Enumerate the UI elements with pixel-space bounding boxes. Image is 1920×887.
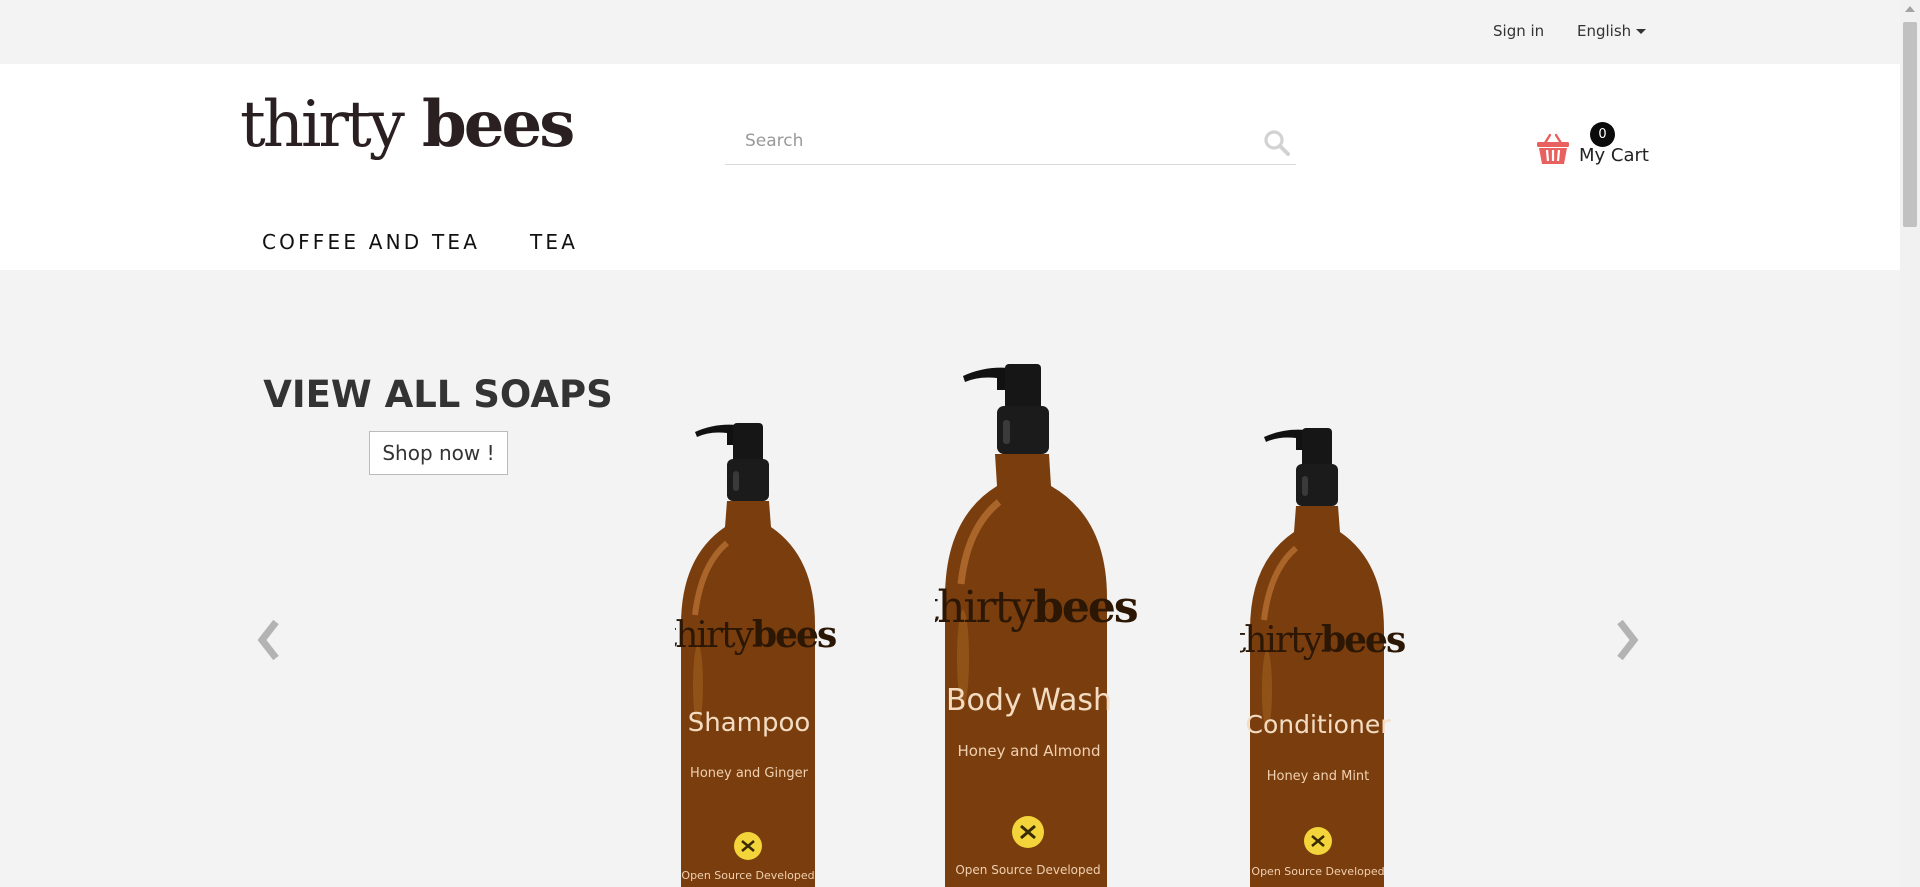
site-logo[interactable]: thirty bees bbox=[238, 76, 578, 166]
product-bottle-body-wash[interactable]: thirtybees Body Wash Honey and Almond Op… bbox=[935, 358, 1145, 887]
chevron-right-icon[interactable] bbox=[1606, 610, 1646, 670]
chevron-left-icon[interactable] bbox=[250, 610, 290, 670]
logo-text-thirty: thirty bbox=[240, 88, 405, 162]
product-footer: Open Source Developed bbox=[681, 869, 814, 882]
svg-text:thirtybees: thirtybees bbox=[935, 582, 1137, 633]
search-bar bbox=[725, 120, 1296, 165]
product-footer: Open Source Developed bbox=[1251, 865, 1384, 878]
product-variant: Honey and Ginger bbox=[690, 766, 809, 781]
nav-item-tea[interactable]: TEA bbox=[530, 230, 578, 254]
svg-text:thirtybees: thirtybees bbox=[675, 614, 836, 656]
shop-now-button[interactable]: Shop now ! bbox=[369, 431, 508, 475]
product-name: Conditioner bbox=[1246, 710, 1392, 739]
search-input[interactable] bbox=[725, 120, 1245, 162]
page-scrollbar[interactable] bbox=[1900, 0, 1920, 887]
product-footer: Open Source Developed bbox=[955, 863, 1100, 877]
cart-count-badge: 0 bbox=[1590, 122, 1615, 147]
cart-button[interactable]: 0 My Cart bbox=[1534, 120, 1649, 170]
slide-title: VIEW ALL SOAPS bbox=[263, 373, 613, 416]
search-icon[interactable] bbox=[1262, 128, 1292, 158]
product-name: Body Wash bbox=[946, 683, 1112, 718]
caret-down-icon bbox=[1636, 29, 1647, 34]
product-variant: Honey and Almond bbox=[957, 742, 1100, 760]
nav-item-coffee-and-tea[interactable]: COFFEE AND TEA bbox=[262, 230, 480, 254]
scrollbar-thumb[interactable] bbox=[1903, 22, 1917, 227]
language-selector[interactable]: English bbox=[1577, 22, 1647, 40]
scroll-up-icon[interactable] bbox=[1905, 6, 1915, 12]
product-variant: Honey and Mint bbox=[1267, 769, 1370, 784]
sign-in-link[interactable]: Sign in bbox=[1493, 22, 1544, 40]
top-bar: Sign in English bbox=[0, 0, 1900, 64]
svg-text:thirtybees: thirtybees bbox=[1240, 619, 1405, 661]
product-bottle-shampoo[interactable]: thirtybees Shampoo Honey and Ginger Open… bbox=[675, 415, 855, 887]
language-label: English bbox=[1577, 22, 1632, 40]
logo-text-bees: bees bbox=[422, 87, 573, 162]
hero-slider: VIEW ALL SOAPS Shop now ! thirtybees Sha… bbox=[0, 270, 1900, 887]
product-name: Shampoo bbox=[688, 708, 811, 738]
basket-icon bbox=[1537, 133, 1569, 164]
cart-label: My Cart bbox=[1579, 145, 1649, 166]
product-bottle-conditioner[interactable]: thirtybees Conditioner Honey and Mint Op… bbox=[1240, 420, 1420, 887]
